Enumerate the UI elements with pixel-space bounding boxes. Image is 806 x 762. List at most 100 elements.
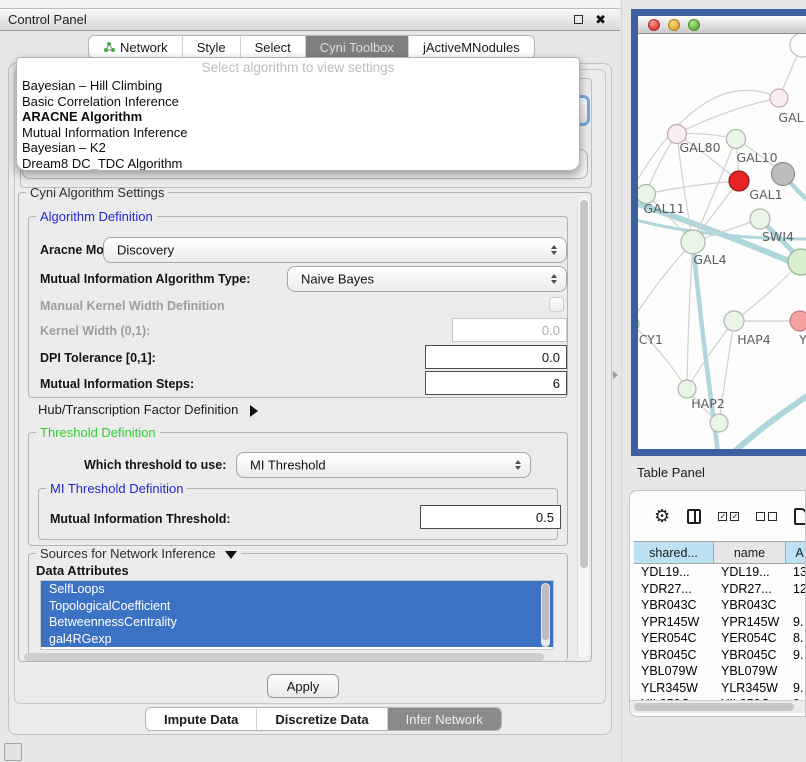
table-row[interactable]: YBR043CYBR043C (634, 597, 806, 614)
table-cell: 8. (786, 630, 806, 647)
tab-discretize-data[interactable]: Discretize Data (257, 708, 387, 730)
aracne-mode-combo[interactable]: Discovery (103, 237, 567, 263)
network-node-GAL10[interactable] (727, 130, 746, 149)
table-cell: YER054C (634, 630, 714, 647)
tab-style[interactable]: Style (183, 36, 241, 58)
mi-steps-value: 6 (553, 376, 560, 391)
tab-select[interactable]: Select (241, 36, 306, 58)
settings-horizontal-scrollbar[interactable] (22, 651, 574, 663)
hub-definition-expander[interactable]: Hub/Transcription Factor Definition (38, 402, 258, 417)
attribute-list-item[interactable]: gal4RGexp (41, 631, 553, 648)
table-column-header[interactable]: name (714, 542, 786, 563)
network-node-HAP4[interactable] (724, 311, 744, 331)
algorithm-option[interactable]: Bayesian – K2 (17, 140, 579, 156)
network-node-SWI4[interactable] (750, 209, 770, 229)
network-node-bottom-partial[interactable] (710, 414, 728, 432)
table-cell: YLR345W (714, 680, 786, 697)
expander-arrow-icon (250, 405, 258, 417)
tab-jactivemnodules[interactable]: jActiveMNodules (409, 36, 534, 58)
algorithm-option[interactable]: ARACNE Algorithm (17, 109, 579, 125)
which-threshold-label: Which threshold to use: (84, 458, 226, 472)
algorithm-placeholder: Select algorithm to view settings (17, 58, 579, 78)
manual-kernel-label: Manual Kernel Width Definition (40, 299, 225, 313)
apply-button[interactable]: Apply (267, 674, 339, 698)
panel-divider (621, 0, 622, 762)
splitter-handle-icon[interactable] (613, 371, 618, 379)
threshold-definition-title: Threshold Definition (36, 425, 160, 440)
tab-cyni-toolbox[interactable]: Cyni Toolbox (306, 36, 409, 58)
attribute-list-item[interactable]: BetweennessCentrality (41, 614, 553, 631)
mi-type-combo[interactable]: Naive Bayes (287, 266, 567, 292)
attribute-list-item[interactable]: SelfLoops (41, 581, 553, 598)
sources-title: Sources for Network Inference (40, 546, 216, 561)
zoom-traffic-light-icon[interactable] (688, 19, 700, 31)
network-window-titlebar[interactable] (638, 16, 806, 34)
table-header-row[interactable]: shared...nameA (634, 541, 806, 564)
table-row[interactable]: YPR145WYPR145W9. (634, 614, 806, 631)
table-row[interactable]: YER054CYER054C8. (634, 630, 806, 647)
network-node-salmon-node[interactable] (790, 311, 806, 331)
network-node-pink-top[interactable] (770, 89, 788, 107)
data-attributes-list[interactable]: SelfLoopsTopologicalCoefficientBetweenne… (40, 580, 554, 650)
table-horizontal-scrollbar[interactable] (630, 700, 806, 713)
dpi-tolerance-field[interactable]: 0.0 (425, 345, 567, 369)
algorithm-option[interactable]: Dream8 DC_TDC Algorithm (17, 156, 579, 172)
close-traffic-light-icon[interactable] (648, 19, 660, 31)
network-edge (646, 134, 677, 194)
minimize-traffic-light-icon[interactable] (668, 19, 680, 31)
table-row[interactable]: YBL079WYBL079W (634, 663, 806, 680)
tab-label: Cyni Toolbox (320, 40, 394, 55)
table-column-header[interactable]: shared... (634, 542, 714, 563)
algorithm-option[interactable]: Bayesian – Hill Climbing (17, 78, 579, 94)
mi-type-value: Naive Bayes (301, 272, 374, 287)
network-edge (687, 242, 693, 389)
attributes-scrollbar[interactable] (541, 583, 550, 647)
table-rows[interactable]: YDL19...YDL19...13YDR27...YDR27...12YBR0… (634, 564, 806, 700)
table-cell: YBR045C (634, 647, 714, 664)
network-node-top-partial[interactable] (790, 34, 806, 57)
sources-title-row[interactable]: Sources for Network Inference (36, 546, 241, 561)
which-threshold-combo[interactable]: MI Threshold (236, 452, 531, 478)
manual-kernel-checkbox[interactable] (549, 297, 564, 312)
table-row[interactable]: YBR045CYBR045C9. (634, 647, 806, 664)
gear-icon[interactable]: ⚙ (654, 506, 670, 527)
docked-panel-icon[interactable] (4, 743, 22, 761)
kernel-width-field[interactable]: 0.0 (452, 318, 567, 342)
select-all-checkboxes-icon[interactable]: ✓✓ (718, 512, 739, 521)
mi-threshold-field[interactable]: 0.5 (420, 505, 561, 529)
table-cell: YBL079W (634, 663, 714, 680)
settings-vertical-scrollbar[interactable] (577, 196, 589, 658)
mi-threshold-definition-title: MI Threshold Definition (46, 481, 187, 496)
table-row[interactable]: YDL19...YDL19...13 (634, 564, 806, 581)
document-icon[interactable] (794, 508, 806, 525)
tab-network[interactable]: Network (89, 36, 183, 58)
chevron-updown-icon (551, 274, 557, 284)
table-cell: YBR043C (634, 597, 714, 614)
tab-impute-data[interactable]: Impute Data (146, 708, 257, 730)
table-column-header[interactable]: A (786, 542, 806, 563)
kernel-width-value: 0.0 (542, 323, 560, 338)
algorithm-option[interactable]: Mutual Information Inference (17, 125, 579, 141)
algorithm-option[interactable]: Basic Correlation Inference (17, 94, 579, 110)
cyni-bottom-tabstrip: Impute Data Discretize Data Infer Networ… (145, 707, 502, 731)
close-icon[interactable]: ✖ (595, 15, 606, 24)
float-window-icon[interactable] (574, 15, 583, 24)
network-node-GAL4[interactable] (681, 230, 705, 254)
algorithm-item-list: Bayesian – Hill ClimbingBasic Correlatio… (17, 78, 579, 171)
network-view-canvas[interactable]: GALGAL80GAL10GAL1GAL11SWI4GAL4GCY1HAP4YH… (638, 34, 806, 449)
tab-label: Network (120, 40, 168, 55)
table-cell: YPR145W (714, 614, 786, 631)
network-node-GAL1[interactable] (729, 171, 749, 191)
control-panel-titlebar: Control Panel ✖ (0, 8, 620, 31)
table-toolbar: ⚙ ✓✓ (630, 491, 806, 541)
tab-infer-network[interactable]: Infer Network (388, 708, 501, 730)
table-row[interactable]: YDR27...YDR27...12 (634, 581, 806, 598)
attribute-list-item[interactable]: TopologicalCoefficient (41, 598, 553, 615)
network-node-gray-node[interactable] (772, 163, 795, 186)
mi-steps-field[interactable]: 6 (425, 371, 567, 395)
tab-label: Infer Network (406, 712, 483, 727)
table-row[interactable]: YLR345WYLR345W9. (634, 680, 806, 697)
deselect-all-checkboxes-icon[interactable] (756, 512, 777, 521)
table-cell: YDR27... (634, 581, 714, 598)
columns-icon[interactable] (687, 509, 701, 524)
